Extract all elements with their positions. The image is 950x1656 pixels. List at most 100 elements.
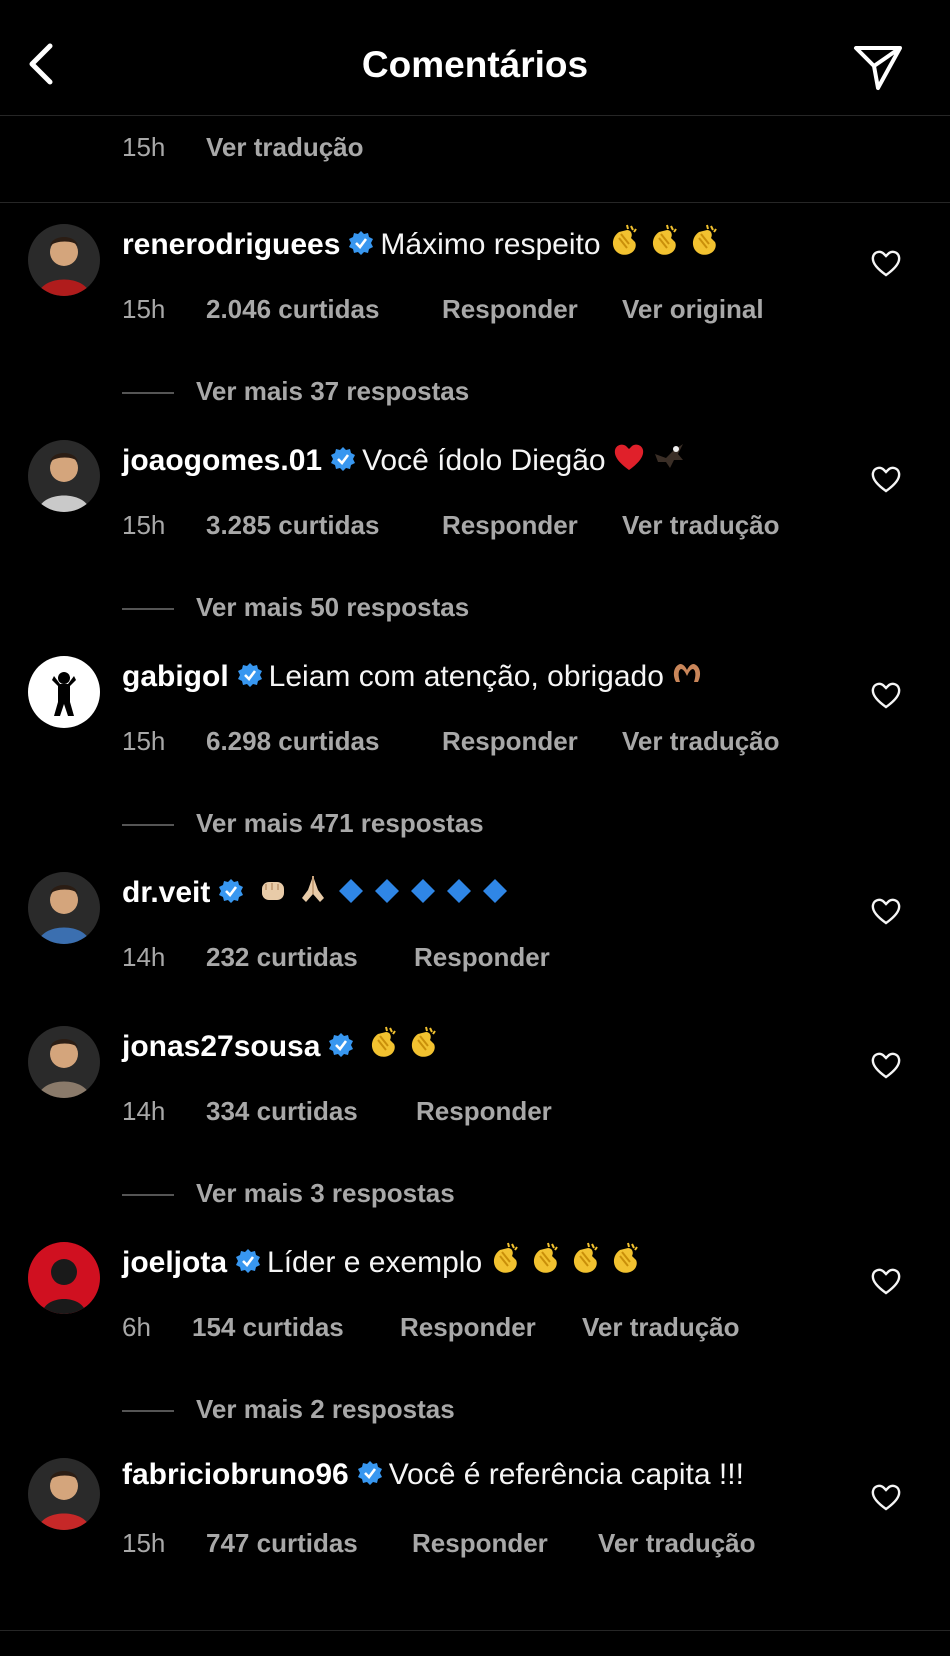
verified-badge-icon	[328, 1032, 354, 1066]
clap-emoji-icon	[608, 1242, 642, 1284]
comment-username[interactable]: jonas27sousa	[122, 1030, 320, 1063]
view-more-replies-label: Ver mais 2 respostas	[196, 1394, 455, 1424]
view-more-replies-label: Ver mais 471 respostas	[196, 808, 484, 838]
verified-badge-icon	[237, 662, 263, 696]
view-more-replies[interactable]: Ver mais 471 respostas	[122, 808, 484, 839]
comment-time: 15h	[122, 132, 166, 162]
reply-button[interactable]: Responder	[442, 294, 578, 325]
replies-dash	[122, 1194, 174, 1197]
likes-count[interactable]: 334 curtidas	[206, 1096, 358, 1127]
share-button[interactable]	[852, 42, 904, 92]
comment-time: 15h	[122, 294, 166, 324]
reply-button[interactable]: Responder	[412, 1528, 548, 1559]
translate-link[interactable]: Ver tradução	[622, 726, 780, 757]
header-bar: Comentários	[0, 0, 950, 116]
diamond-emoji-icon	[444, 876, 474, 914]
clap-emoji-icon	[406, 1026, 440, 1068]
like-heart-button[interactable]	[870, 248, 902, 278]
comment-body: joeljota Líder e exemplo	[122, 1242, 642, 1284]
comment-body: gabigol Leiam com atenção, obrigado	[122, 656, 704, 698]
comment-text: Líder e exemplo	[267, 1246, 483, 1279]
heart-outline-icon	[871, 1484, 901, 1511]
verified-badge-icon	[218, 878, 244, 912]
comment-time: 6h	[122, 1312, 151, 1342]
diamond-emoji-icon	[372, 876, 402, 914]
comment-time: 15h	[122, 1528, 166, 1558]
like-heart-button[interactable]	[870, 1050, 902, 1080]
comment-text: Máximo respeito	[380, 228, 601, 261]
like-heart-button[interactable]	[870, 1482, 902, 1512]
clap-emoji-icon	[607, 224, 641, 266]
comment-body: dr.veit	[122, 872, 510, 914]
avatar[interactable]	[28, 1242, 100, 1314]
avatar[interactable]	[28, 1458, 100, 1530]
view-more-replies[interactable]: Ver mais 37 respostas	[122, 376, 469, 407]
like-heart-button[interactable]	[870, 896, 902, 926]
view-more-replies[interactable]: Ver mais 50 respostas	[122, 592, 469, 623]
comment-username[interactable]: joaogomes.01	[122, 444, 322, 477]
comment-text: Leiam com atenção, obrigado	[268, 660, 664, 693]
reply-button[interactable]: Responder	[414, 942, 550, 973]
comment-text: Você ídolo Diegão	[362, 444, 606, 477]
comment-username[interactable]: fabriciobruno96	[122, 1458, 349, 1491]
diamond-emoji-icon	[336, 876, 366, 914]
paper-plane-icon	[854, 46, 902, 90]
reply-button[interactable]: Responder	[442, 510, 578, 541]
translate-link[interactable]: Ver tradução	[206, 132, 364, 163]
like-heart-button[interactable]	[870, 464, 902, 494]
view-more-replies[interactable]: Ver mais 3 respostas	[122, 1178, 455, 1209]
view-more-replies-label: Ver mais 50 respostas	[196, 592, 470, 622]
heart-outline-icon	[871, 682, 901, 709]
like-heart-button[interactable]	[870, 680, 902, 710]
fist-emoji-icon	[256, 872, 290, 914]
previous-comment-footer: 15h Ver tradução	[0, 117, 950, 203]
comment-username[interactable]: joeljota	[122, 1246, 227, 1279]
translate-link[interactable]: Ver original	[622, 294, 764, 325]
comment-username[interactable]: dr.veit	[122, 876, 210, 909]
comment-username[interactable]: gabigol	[122, 660, 229, 693]
heart-outline-icon	[871, 1052, 901, 1079]
view-more-replies[interactable]: Ver mais 2 respostas	[122, 1394, 455, 1425]
page-title: Comentários	[361, 44, 589, 85]
comment-body: fabriciobruno96 Você é referência capita …	[122, 1458, 744, 1494]
heart-emoji-icon	[612, 440, 646, 482]
comment-body: jonas27sousa	[122, 1026, 440, 1068]
reply-button[interactable]: Responder	[416, 1096, 552, 1127]
verified-badge-icon	[357, 1460, 383, 1494]
view-more-replies-label: Ver mais 37 respostas	[196, 376, 470, 406]
replies-dash	[122, 392, 174, 395]
heart-outline-icon	[871, 1268, 901, 1295]
verified-badge-icon	[235, 1248, 261, 1282]
likes-count[interactable]: 2.046 curtidas	[206, 294, 379, 325]
heart-outline-icon	[871, 898, 901, 925]
reply-button[interactable]: Responder	[400, 1312, 536, 1343]
clap-emoji-icon	[366, 1026, 400, 1068]
likes-count[interactable]: 3.285 curtidas	[206, 510, 379, 541]
translate-link[interactable]: Ver tradução	[598, 1528, 756, 1559]
likes-count[interactable]: 747 curtidas	[206, 1528, 358, 1559]
likes-count[interactable]: 6.298 curtidas	[206, 726, 379, 757]
avatar[interactable]	[28, 872, 100, 944]
diamond-emoji-icon	[408, 876, 438, 914]
likes-count[interactable]: 154 curtidas	[192, 1312, 344, 1343]
avatar[interactable]	[28, 224, 100, 296]
avatar[interactable]	[28, 440, 100, 512]
comment-body: joaogomes.01 Você ídolo Diegão	[122, 440, 686, 482]
replies-dash	[122, 1410, 174, 1413]
translate-link[interactable]: Ver tradução	[582, 1312, 740, 1343]
like-heart-button[interactable]	[870, 1266, 902, 1296]
heart-outline-icon	[871, 466, 901, 493]
reply-button[interactable]: Responder	[442, 726, 578, 757]
comment-time: 14h	[122, 1096, 166, 1126]
comment-body: renerodriguees Máximo respeito	[122, 224, 721, 266]
comment-time: 15h	[122, 726, 166, 756]
clap-emoji-icon	[687, 224, 721, 266]
likes-count[interactable]: 232 curtidas	[206, 942, 358, 973]
translate-link[interactable]: Ver tradução	[622, 510, 780, 541]
replies-dash	[122, 608, 174, 611]
diamond-emoji-icon	[480, 876, 510, 914]
comment-time: 15h	[122, 510, 166, 540]
avatar[interactable]	[28, 656, 100, 728]
avatar[interactable]	[28, 1026, 100, 1098]
comment-username[interactable]: renerodriguees	[122, 228, 340, 261]
